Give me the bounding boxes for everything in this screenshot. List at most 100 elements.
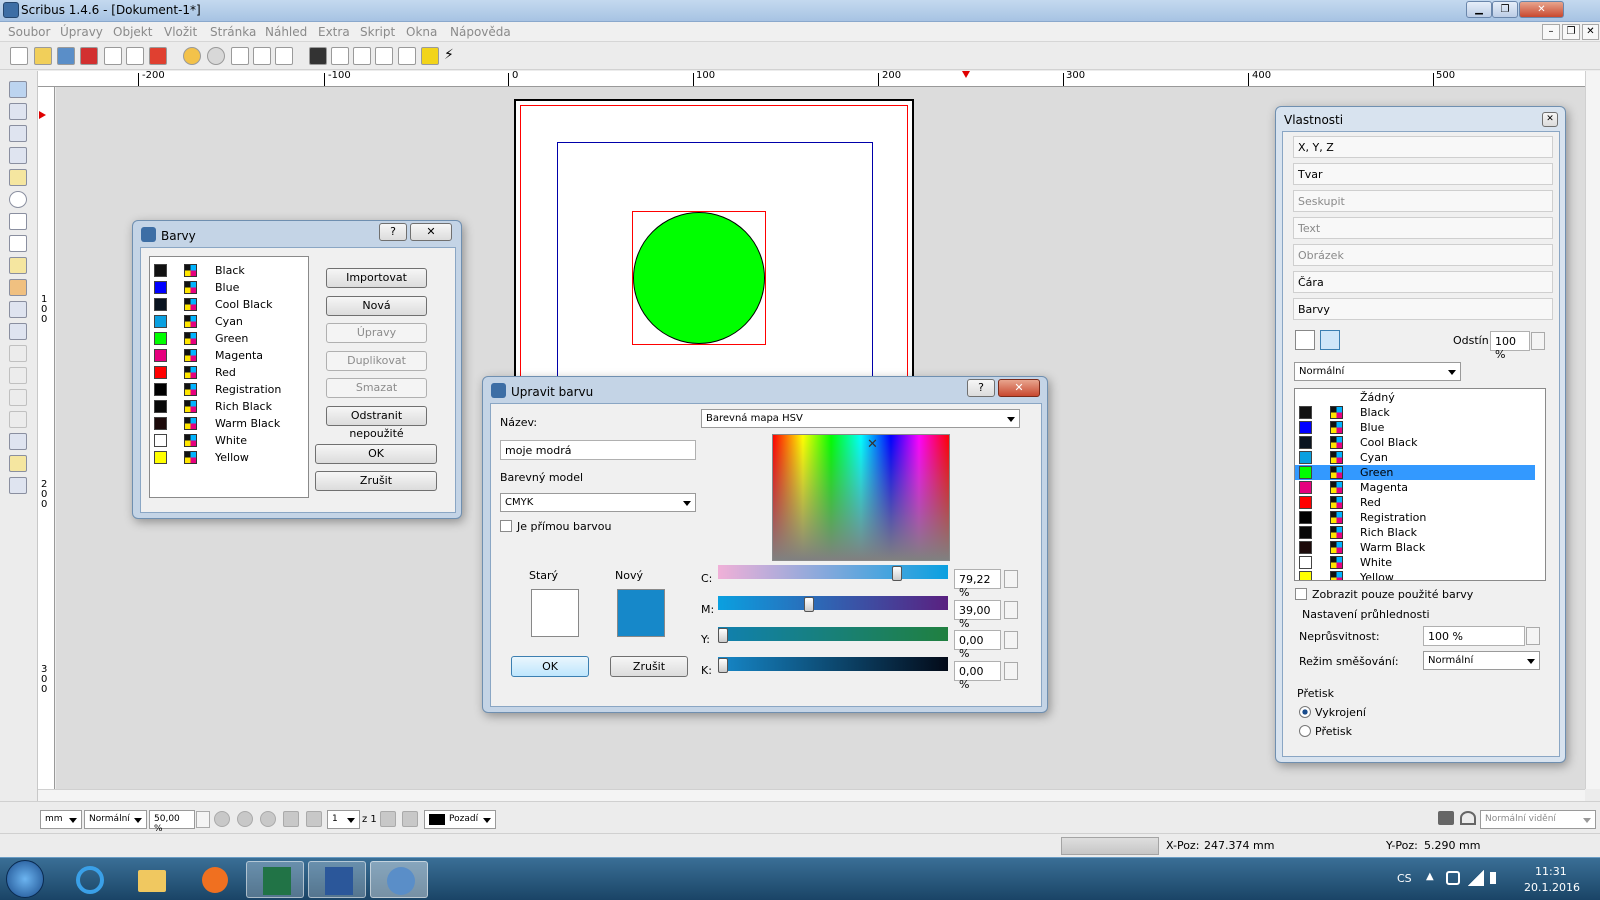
slider-k[interactable] (718, 657, 948, 673)
save-icon[interactable] (57, 47, 75, 65)
color-name-input[interactable]: moje modrá (500, 440, 696, 460)
slider-m-thumb[interactable] (803, 597, 814, 612)
section-colors[interactable]: Barvy (1293, 298, 1553, 320)
properties-color-item[interactable]: Black (1295, 405, 1535, 420)
section-line[interactable]: Čára (1293, 271, 1553, 293)
ok-button[interactable]: OK (315, 444, 437, 464)
show-used-checkbox[interactable] (1295, 588, 1307, 600)
copy-icon[interactable] (253, 47, 271, 65)
undo-icon[interactable] (183, 47, 201, 65)
value-k-input[interactable]: 0,00 % (954, 661, 1001, 691)
section-group[interactable]: Seskupit (1293, 190, 1553, 212)
mdi-minimize-button[interactable]: – (1542, 24, 1560, 40)
close-button[interactable]: ✕ (410, 223, 452, 241)
close-button[interactable]: ✕ (998, 379, 1040, 397)
layer-select[interactable]: Pozadí (424, 810, 496, 829)
color-map-select[interactable]: Barevná mapa HSV (701, 409, 1020, 428)
volume-icon[interactable] (1490, 872, 1504, 884)
image-frame-tool-icon[interactable] (9, 125, 27, 142)
combo-icon[interactable] (398, 47, 416, 65)
ok-button[interactable]: OK (511, 656, 589, 677)
properties-color-item[interactable]: Rich Black (1295, 525, 1535, 540)
menu-skript[interactable]: Skript (360, 25, 395, 39)
shade-spinner[interactable] (1531, 332, 1545, 350)
clock-time[interactable]: 11:31 (1535, 865, 1567, 878)
slider-k-thumb[interactable] (718, 658, 728, 673)
unlink-frames-icon[interactable] (9, 411, 27, 428)
minimize-button[interactable]: ▁ (1466, 1, 1492, 18)
properties-color-item[interactable]: Žádný (1295, 390, 1535, 405)
pdf-export-icon[interactable] (149, 47, 167, 65)
page-select[interactable]: 1 (327, 810, 360, 829)
properties-color-item[interactable]: Yellow (1295, 570, 1535, 580)
copy-properties-icon[interactable] (9, 455, 27, 472)
edit-color-button[interactable]: Úpravy (326, 323, 427, 343)
c-spinner[interactable] (1004, 570, 1018, 588)
help-button[interactable]: ? (967, 379, 995, 397)
file-explorer-icon[interactable] (122, 861, 180, 898)
prev-page-icon[interactable] (306, 811, 322, 827)
zoom-in-icon[interactable] (260, 811, 276, 827)
knockout-radio[interactable] (1299, 706, 1311, 718)
remove-unused-button[interactable]: Odstranit nepoužité (326, 406, 427, 440)
spot-color-checkbox[interactable] (500, 520, 512, 532)
zoom-spinner[interactable] (196, 811, 210, 828)
value-c-input[interactable]: 79,22 % (954, 569, 1001, 599)
line-tool-icon[interactable] (9, 235, 27, 252)
bezier-tool-icon[interactable] (9, 257, 27, 274)
properties-color-item[interactable]: Warm Black (1295, 540, 1535, 555)
menu-stranka[interactable]: Stránka (210, 25, 256, 39)
menu-objekt[interactable]: Objekt (113, 25, 152, 39)
render-frame-tool-icon[interactable] (9, 147, 27, 164)
properties-color-item[interactable]: Cool Black (1295, 435, 1535, 450)
slider-c[interactable] (718, 565, 948, 581)
mdi-close-button[interactable]: ✕ (1582, 24, 1599, 40)
note-icon[interactable] (421, 47, 439, 65)
section-xyz[interactable]: X, Y, Z (1293, 136, 1553, 158)
vertical-scrollbar[interactable] (1585, 71, 1600, 789)
maximize-button[interactable]: ❐ (1492, 1, 1518, 18)
project-app-icon[interactable] (246, 861, 304, 898)
new-color-button[interactable]: Nová (326, 296, 427, 316)
m-spinner[interactable] (1004, 601, 1018, 619)
freehand-tool-icon[interactable] (9, 279, 27, 296)
polygon-tool-icon[interactable] (9, 213, 27, 230)
opacity-spinner[interactable] (1526, 627, 1540, 645)
horizontal-scrollbar[interactable] (38, 789, 1585, 801)
tray-expand-icon[interactable]: ▲ (1426, 871, 1434, 882)
menu-extra[interactable]: Extra (318, 25, 350, 39)
unit-select[interactable]: mm (40, 810, 82, 829)
preflight-icon[interactable] (126, 47, 144, 65)
media-player-icon[interactable] (184, 861, 242, 898)
mdi-restore-button[interactable]: ❐ (1562, 24, 1580, 40)
selected-shape[interactable] (632, 211, 766, 345)
text-frame-tool-icon[interactable] (9, 103, 27, 120)
language-indicator[interactable]: CS (1397, 872, 1412, 885)
cut-icon[interactable] (231, 47, 249, 65)
text-tool-icon[interactable] (331, 47, 349, 65)
menu-napoveda[interactable]: Nápověda (450, 25, 511, 39)
section-image[interactable]: Obrázek (1293, 244, 1553, 266)
rotate-tool-icon[interactable] (9, 301, 27, 318)
properties-color-item[interactable]: Magenta (1295, 480, 1535, 495)
properties-color-item[interactable]: Blue (1295, 420, 1535, 435)
blend-mode-select[interactable]: Normální (1423, 651, 1540, 670)
fill-color-icon[interactable] (1320, 330, 1340, 350)
story-editor-icon[interactable] (9, 367, 27, 384)
properties-color-list[interactable]: Žádný Black Blue Cool Black Cyan Green Magenta… (1294, 388, 1546, 581)
edit-text-tool-icon[interactable] (9, 345, 27, 362)
shape-tool-icon[interactable] (9, 191, 27, 208)
menu-upravy[interactable]: Úpravy (60, 25, 103, 39)
properties-color-item[interactable]: Cyan (1295, 450, 1535, 465)
checkbox-icon[interactable] (353, 47, 371, 65)
ok-icon[interactable] (309, 47, 327, 65)
section-text[interactable]: Text (1293, 217, 1553, 239)
hsv-color-map[interactable]: ✕ (772, 434, 950, 561)
slider-y-thumb[interactable] (718, 628, 728, 643)
opacity-input[interactable]: 100 % (1423, 626, 1525, 646)
slider-c-thumb[interactable] (892, 566, 903, 581)
internet-explorer-icon[interactable] (60, 861, 118, 898)
select-tool-icon[interactable] (9, 81, 27, 98)
zoom-tool-icon[interactable] (9, 323, 27, 340)
first-page-icon[interactable] (283, 811, 299, 827)
